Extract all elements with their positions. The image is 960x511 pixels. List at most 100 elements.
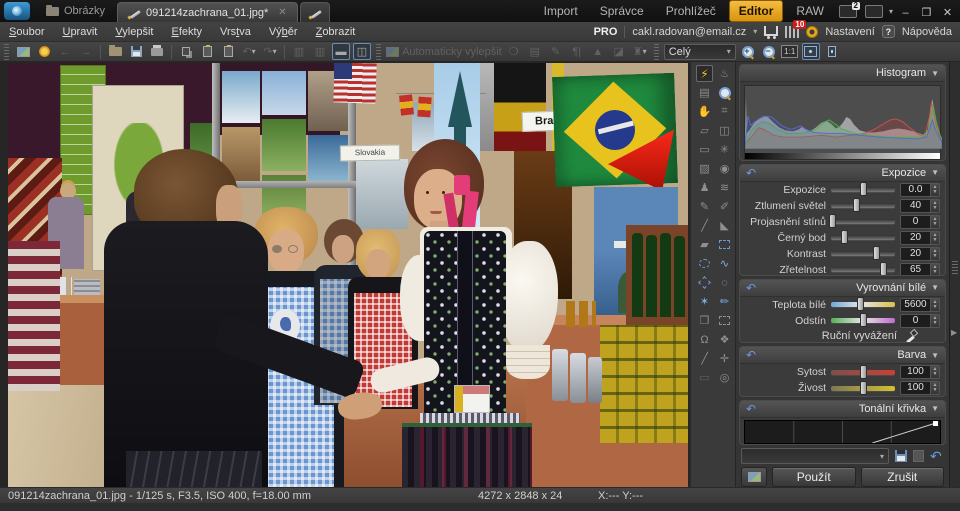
apply-button[interactable]: Použít (772, 467, 856, 487)
toolbar-grip[interactable] (4, 44, 9, 60)
display-preview-icon[interactable] (865, 5, 883, 18)
toolbar-grip[interactable] (376, 44, 381, 60)
tint-slider[interactable] (831, 318, 895, 323)
module-manager[interactable]: Správce (591, 1, 653, 21)
paste-special-button[interactable] (219, 43, 237, 60)
shadows-value-box[interactable]: 0▲▼ (900, 215, 940, 229)
chevron-down-icon[interactable]: ▾ (889, 7, 893, 16)
cancel-button[interactable]: Zrušit (861, 467, 945, 487)
account-email[interactable]: cakl.radovan@email.cz (632, 26, 746, 38)
clone-stamp-tool-icon[interactable]: ♟ (696, 179, 713, 196)
color-sampler-button[interactable]: ¶| (568, 43, 586, 60)
settings-label[interactable]: Nastavení (825, 26, 875, 38)
spinner[interactable]: ▲▼ (930, 315, 939, 327)
eyedropper-icon[interactable] (905, 330, 917, 342)
deform-tool-icon[interactable]: ≋ (716, 179, 733, 196)
slider-thumb[interactable] (860, 182, 867, 196)
spinner[interactable]: ▲▼ (930, 299, 939, 311)
slider-thumb[interactable] (841, 230, 848, 244)
polygon-lasso-tool-icon[interactable] (696, 274, 713, 291)
compare-view-button[interactable]: ▥ (290, 43, 308, 60)
preset-select[interactable]: ▾ (741, 448, 889, 464)
slider-thumb[interactable] (857, 297, 864, 311)
straighten-tool-icon[interactable]: ▱ (696, 122, 713, 139)
tone-curve-plot[interactable] (744, 420, 941, 444)
app-logo-icon[interactable] (4, 2, 30, 20)
selection-brush-tool-icon[interactable]: ✏ (716, 293, 733, 310)
red-eye-tool-icon[interactable]: ◉ (716, 160, 733, 177)
tab-document[interactable]: 091214zachrana_01.jpg* ✕ (117, 2, 298, 22)
line-tool-icon[interactable]: ╱ (696, 350, 713, 367)
panel-splitter[interactable]: ▶ (949, 62, 960, 487)
zoom-out-button[interactable]: − (760, 43, 778, 60)
auto-enhance-button[interactable]: Automaticky vylepšit (386, 43, 502, 60)
tone-curve-header[interactable]: ↶ Tonální křivka ▼ (740, 401, 945, 418)
spinner[interactable]: ▲▼ (930, 248, 939, 260)
zoom-100-button[interactable]: 1:1 (781, 43, 799, 60)
panorama-tool-icon[interactable]: ▭ (696, 141, 713, 158)
menu-view[interactable]: Zobrazit (307, 24, 365, 40)
iron-tool-icon[interactable]: ♨ (716, 65, 733, 82)
reset-color-icon[interactable]: ↶ (746, 350, 760, 360)
menu-file[interactable]: Soubor (0, 24, 53, 40)
print-button[interactable] (148, 43, 166, 60)
shapes-tool-icon[interactable]: ❖ (716, 331, 733, 348)
spinner[interactable]: ▲▼ (930, 264, 939, 276)
chevron-down-icon[interactable]: ▾ (753, 27, 757, 36)
menu-selection[interactable]: Výběr (260, 24, 307, 40)
menu-enhance[interactable]: Vylepšit (106, 24, 162, 40)
saturation-slider[interactable] (831, 370, 895, 375)
gear-icon[interactable] (806, 26, 818, 38)
black-point-slider[interactable] (831, 235, 895, 240)
preview-button[interactable] (741, 467, 767, 487)
fit-to-screen-button[interactable] (802, 43, 820, 60)
slider-thumb[interactable] (860, 313, 867, 327)
quick-fix-tool-icon[interactable]: ⚡ (696, 65, 713, 82)
spinner[interactable]: ▲▼ (930, 216, 939, 228)
paint-brush-tool-icon[interactable]: ╱ (696, 217, 713, 234)
open-button[interactable] (106, 43, 124, 60)
tint-value-box[interactable]: 0▲▼ (900, 314, 940, 328)
gradient-filter-tool-icon[interactable]: ▨ (696, 160, 713, 177)
photo-canvas[interactable]: Slovakia Brazil Brasil (8, 63, 688, 487)
cart-icon[interactable] (764, 26, 778, 36)
slider-thumb[interactable] (860, 365, 867, 379)
slider-thumb[interactable] (873, 246, 880, 260)
effects-brush-tool-icon[interactable]: ✎ (696, 198, 713, 215)
filmstrip-toggle-button[interactable]: ▬ (332, 43, 350, 60)
target-adjust-tool-icon[interactable]: ◎ (716, 369, 733, 386)
spinner[interactable]: ▲▼ (930, 232, 939, 244)
splitter-arrow-icon[interactable]: ▶ (951, 328, 957, 337)
splitter-grip[interactable] (952, 260, 958, 274)
crop-tool-icon[interactable]: ⌗ (716, 103, 733, 120)
manage-presets-icon[interactable] (913, 450, 924, 462)
menu-effects[interactable]: Efekty (162, 24, 211, 40)
close-button[interactable]: ✕ (939, 3, 956, 19)
save-button[interactable] (127, 43, 145, 60)
exposure-slider[interactable] (831, 187, 895, 192)
clarity-slider[interactable] (831, 267, 895, 272)
vibrance-value-box[interactable]: 100▲▼ (900, 381, 940, 395)
tab-images[interactable]: Obrázky (34, 0, 117, 22)
feather-button[interactable]: ✎ (547, 43, 565, 60)
slider-thumb[interactable] (880, 262, 887, 276)
color-header[interactable]: ↶ Barva ▼ (740, 347, 945, 364)
split-view-button[interactable]: ▥ (311, 43, 329, 60)
hand-tool-icon[interactable]: ✋ (696, 103, 713, 120)
paste-tool-icon[interactable]: ❐ (696, 312, 713, 329)
exposure-header[interactable]: ↶ Expozice ▼ (740, 165, 945, 182)
tab-new-editor[interactable] (300, 2, 330, 22)
gradient-button[interactable]: ◪ (610, 43, 628, 60)
side-panel-toggle-button[interactable]: ◫ (353, 43, 371, 60)
quick-enhance-button[interactable] (35, 43, 53, 60)
minimize-button[interactable]: – (897, 4, 914, 19)
saturation-value-box[interactable]: 100▲▼ (900, 365, 940, 379)
zoom-tool-icon[interactable] (716, 84, 733, 101)
denoise-button[interactable]: ❍ (505, 43, 523, 60)
updates-icon[interactable]: 10 (785, 26, 799, 38)
camera-fix-button[interactable]: ▤ (526, 43, 544, 60)
slider-thumb[interactable] (860, 381, 867, 395)
warp-button[interactable]: ▲ (589, 43, 607, 60)
magnetic-lasso-tool-icon[interactable]: ◌ (716, 274, 733, 291)
perspective-tool-icon[interactable]: ◫ (716, 122, 733, 139)
